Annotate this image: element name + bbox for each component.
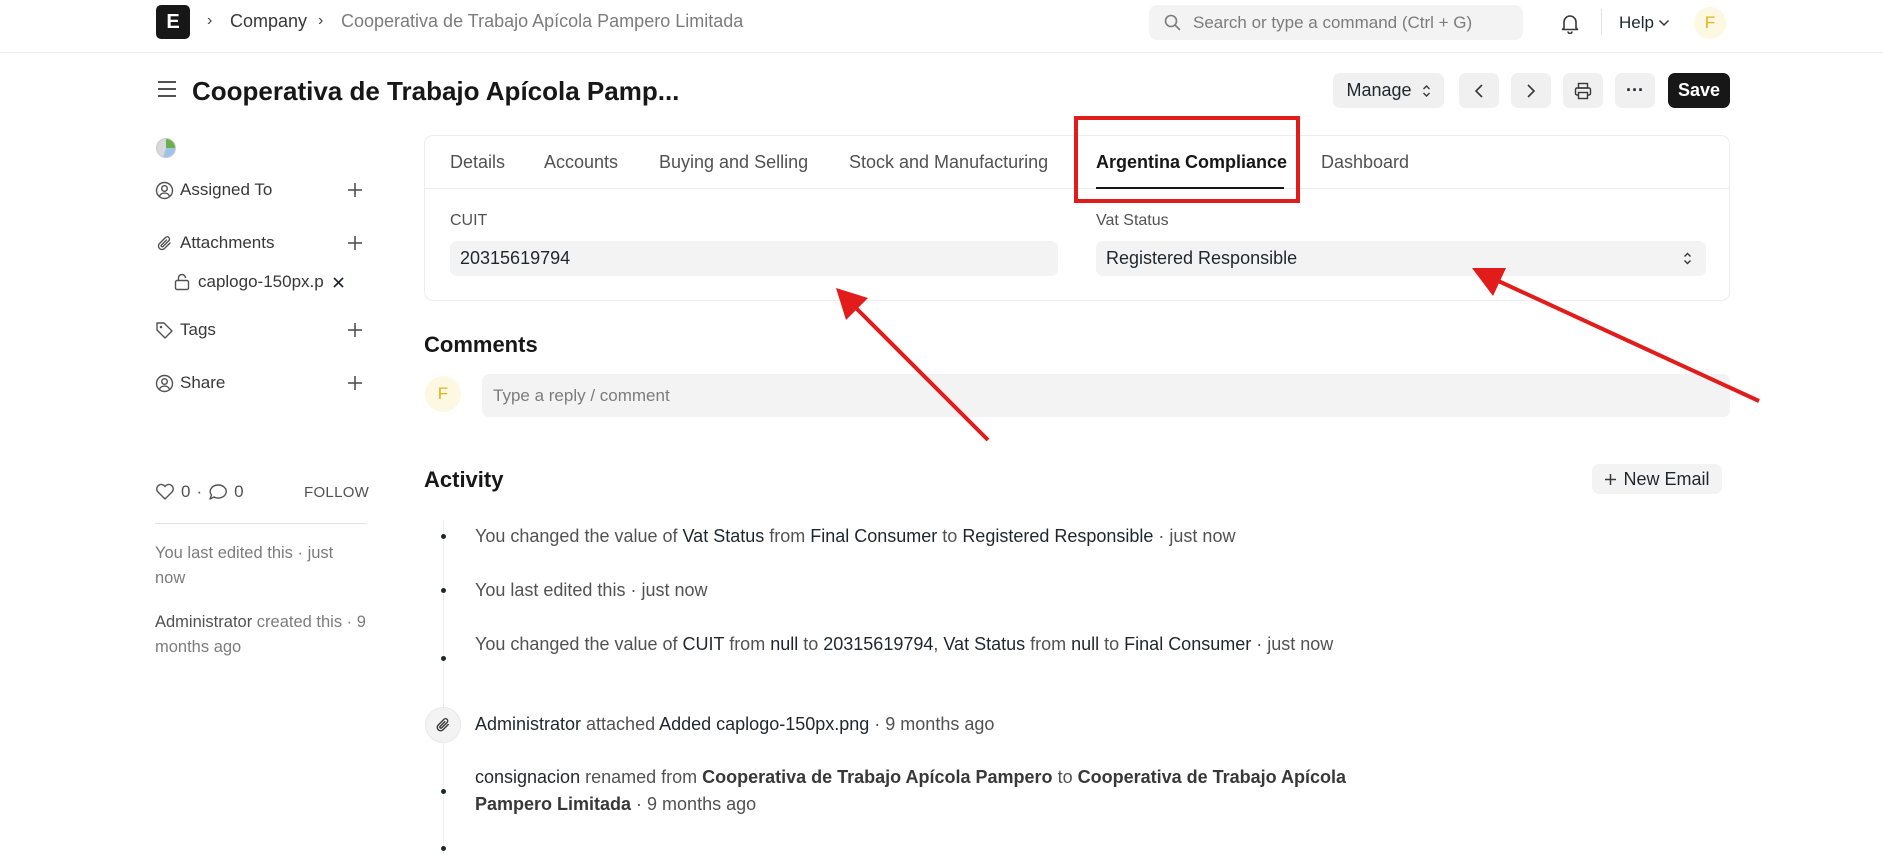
breadcrumb-company[interactable]: Company xyxy=(230,11,307,32)
chevron-left-icon xyxy=(1474,83,1483,98)
heart-icon[interactable] xyxy=(155,483,175,501)
follow-button[interactable]: FOLLOW xyxy=(304,484,369,501)
chevron-down-icon xyxy=(1658,19,1669,27)
add-share-icon[interactable] xyxy=(343,371,367,395)
comments-title: Comments xyxy=(424,332,538,357)
updown-chevron-icon xyxy=(1422,84,1430,97)
activity-item: You last edited this · just now xyxy=(475,580,708,600)
plus-icon xyxy=(1605,473,1617,485)
updown-chevron-icon xyxy=(1684,252,1691,265)
timeline-dot xyxy=(441,789,446,794)
tab-buying-and-selling[interactable]: Buying and Selling xyxy=(659,152,808,173)
paperclip-icon xyxy=(157,235,171,250)
share-label: Share xyxy=(180,373,226,392)
tab-details[interactable]: Details xyxy=(450,152,505,173)
company-image[interactable] xyxy=(156,138,176,158)
activity-title: Activity xyxy=(424,467,504,492)
activity-item: Administrator attached Added caplogo-150… xyxy=(475,714,995,734)
hamburger-icon[interactable] xyxy=(157,80,177,98)
vat-status-select[interactable]: Registered Responsible xyxy=(1096,241,1706,276)
help-dropdown[interactable]: Help xyxy=(1619,13,1670,33)
search-input[interactable] xyxy=(1149,5,1523,40)
previous-record-button[interactable] xyxy=(1459,73,1499,108)
manage-button[interactable]: Manage xyxy=(1333,73,1444,108)
attachment-activity-badge xyxy=(425,707,461,743)
comment-avatar: F xyxy=(425,376,461,412)
annotation-highlight-box xyxy=(1074,116,1300,203)
paperclip-icon xyxy=(436,718,449,732)
tab-dashboard[interactable]: Dashboard xyxy=(1321,152,1409,173)
lock-icon xyxy=(174,273,190,291)
creator-name[interactable]: Administrator xyxy=(155,613,252,631)
chevron-right-icon: › xyxy=(207,12,213,29)
tag-icon xyxy=(156,321,173,339)
save-button[interactable]: Save xyxy=(1668,73,1730,108)
comment-icon[interactable] xyxy=(208,483,228,501)
search-icon xyxy=(1164,14,1181,31)
last-edited-text: You last edited this · just now xyxy=(155,544,334,587)
help-label: Help xyxy=(1619,13,1654,32)
breadcrumb-record[interactable]: Cooperativa de Trabajo Apícola Pampero L… xyxy=(341,11,743,32)
created-by-text: Administrator created this · 9 months ag… xyxy=(155,610,367,660)
activity-file-link[interactable]: Added caplogo-150px.png xyxy=(659,714,869,734)
add-assignment-icon[interactable] xyxy=(343,178,367,202)
cuit-label: CUIT xyxy=(450,212,488,229)
comment-input[interactable]: Type a reply / comment xyxy=(482,374,1730,417)
tab-accounts[interactable]: Accounts xyxy=(544,152,618,173)
new-email-button[interactable]: New Email xyxy=(1592,464,1722,494)
more-actions-button[interactable]: ··· xyxy=(1615,73,1655,108)
activity-item: You changed the value of CUIT from null … xyxy=(475,634,1334,654)
assigned-to-row: Assigned To xyxy=(155,178,367,202)
print-button[interactable] xyxy=(1563,73,1603,108)
tags-label: Tags xyxy=(180,320,216,339)
bell-icon[interactable] xyxy=(1560,13,1580,34)
add-attachment-icon[interactable] xyxy=(343,231,367,255)
annotation-arrow-cuit xyxy=(850,302,990,442)
chevron-right-icon xyxy=(1527,83,1536,98)
remove-attachment-icon[interactable] xyxy=(332,276,345,289)
app-logo[interactable]: E xyxy=(156,5,190,39)
timeline-line xyxy=(443,520,444,855)
timeline-dot xyxy=(441,588,446,593)
share-row: Share xyxy=(155,371,367,395)
user-circle-icon xyxy=(155,181,174,199)
attachments-label: Attachments xyxy=(180,233,275,252)
navbar-divider xyxy=(1601,9,1602,35)
assigned-to-label: Assigned To xyxy=(180,180,273,199)
manage-label: Manage xyxy=(1346,80,1412,100)
timeline-dot xyxy=(441,846,446,851)
add-tag-icon[interactable] xyxy=(343,318,367,342)
tags-row: Tags xyxy=(155,318,367,342)
likes-count: 0 xyxy=(181,482,191,501)
share-user-icon xyxy=(155,374,174,392)
comments-count: 0 xyxy=(234,482,244,501)
timeline-dot xyxy=(441,656,446,661)
chevron-right-icon: › xyxy=(318,12,324,29)
user-avatar[interactable]: F xyxy=(1694,7,1726,39)
new-email-label: New Email xyxy=(1623,468,1710,489)
activity-user-link[interactable]: Administrator xyxy=(475,714,581,734)
page-title: Cooperativa de Trabajo Apícola Pamp... xyxy=(192,76,680,106)
navbar: E › Company › Cooperativa de Trabajo Apí… xyxy=(0,0,1883,53)
next-record-button[interactable] xyxy=(1511,73,1551,108)
separator-dot: · xyxy=(196,482,203,501)
attachment-item[interactable]: caplogo-150px.p xyxy=(174,272,345,292)
tab-stock-and-manufacturing[interactable]: Stock and Manufacturing xyxy=(849,152,1048,173)
cuit-input[interactable]: 20315619794 xyxy=(450,241,1058,276)
timeline-dot xyxy=(441,534,446,539)
vat-status-label: Vat Status xyxy=(1096,212,1169,229)
attachments-row: Attachments xyxy=(155,231,367,255)
sidebar-divider xyxy=(155,523,367,524)
printer-icon xyxy=(1574,82,1592,99)
activity-item: You changed the value of Vat Status from… xyxy=(475,526,1236,546)
activity-item: consignacion renamed from Cooperativa de… xyxy=(475,767,1346,814)
likes-comments-summary: 0 · 0 xyxy=(155,482,244,502)
attachment-filename[interactable]: caplogo-150px.p xyxy=(198,272,324,292)
vat-status-value: Registered Responsible xyxy=(1106,248,1298,268)
